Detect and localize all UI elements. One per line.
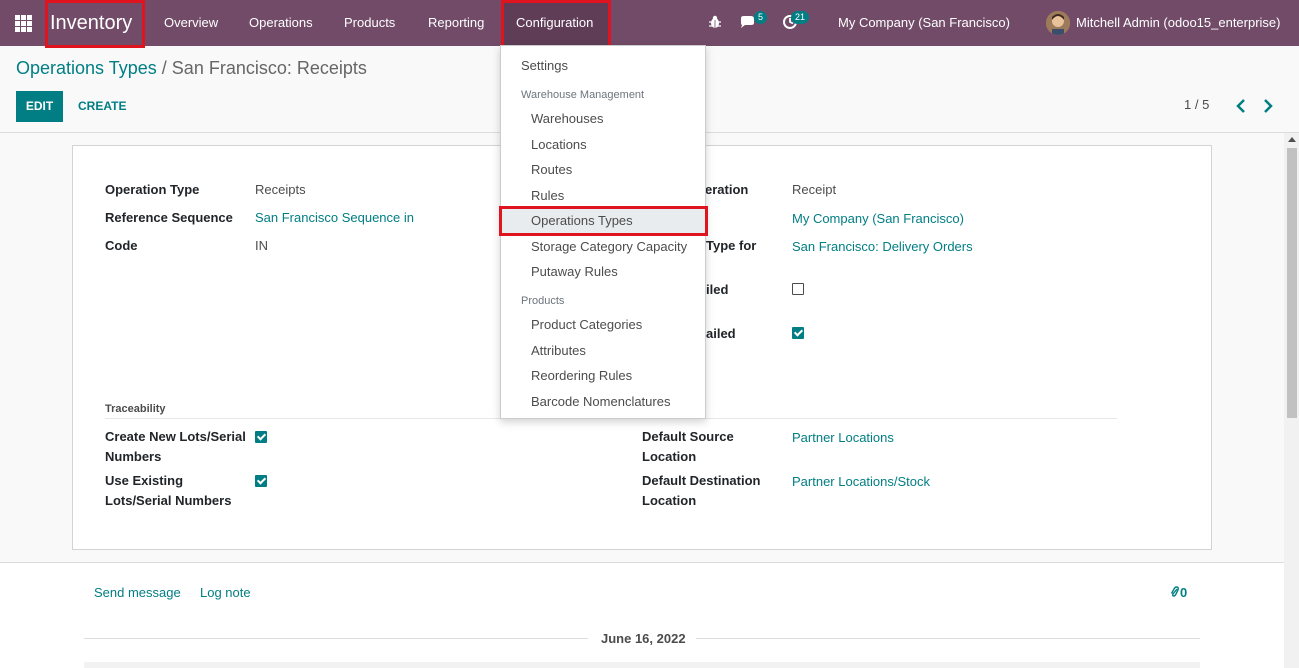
menu-products[interactable]: Products: [344, 0, 395, 46]
dropdown-item-attributes[interactable]: Attributes: [501, 338, 705, 363]
code-value: IN: [255, 238, 268, 253]
menu-overview[interactable]: Overview: [164, 0, 218, 46]
menu-reporting[interactable]: Reporting: [428, 0, 484, 46]
dropdown-item-product-categories[interactable]: Product Categories: [501, 312, 705, 337]
dropdown-item-locations[interactable]: Locations: [501, 132, 705, 157]
return-type-label: Type for: [706, 238, 757, 253]
breadcrumb: Operations Types / San Francisco: Receip…: [16, 58, 367, 79]
menu-operations[interactable]: Operations: [249, 0, 313, 46]
operation-type-value: Receipts: [255, 182, 306, 197]
activities-count-badge: 21: [791, 11, 810, 24]
attachments-button[interactable]: 0: [1170, 584, 1187, 602]
dropdown-item-barcode-nomenclatures[interactable]: Barcode Nomenclatures: [501, 389, 705, 414]
pager-value[interactable]: 1 / 5: [1184, 97, 1209, 112]
pager-next-icon[interactable]: [1261, 98, 1275, 114]
user-avatar[interactable]: [1046, 11, 1070, 35]
scroll-up-arrow-icon[interactable]: [1288, 137, 1296, 142]
attachments-count: 0: [1180, 585, 1188, 600]
show-detailed-label: iled: [706, 282, 729, 297]
apps-menu-icon[interactable]: [15, 15, 32, 32]
use-existing-lots-label-line2: Lots/Serial Numbers: [105, 493, 232, 508]
create-lots-checkbox[interactable]: [255, 431, 267, 443]
traceability-section-title: Traceability: [105, 403, 166, 415]
pre-fill-detailed-checkbox[interactable]: [792, 327, 804, 339]
send-message-button[interactable]: Send message: [94, 584, 181, 602]
dropdown-header-warehouse-management: Warehouse Management: [521, 89, 645, 101]
reference-sequence-link[interactable]: San Francisco Sequence in: [255, 208, 414, 228]
create-button[interactable]: CREATE: [78, 91, 126, 122]
operation-type-label: Operation Type: [105, 182, 200, 197]
default-destination-link[interactable]: Partner Locations/Stock: [792, 472, 930, 492]
create-lots-label-line1: Create New Lots/Serial: [105, 429, 246, 444]
type-of-operation-label: eration: [705, 182, 749, 197]
return-type-link[interactable]: San Francisco: Delivery Orders: [792, 237, 973, 257]
pager-previous-icon[interactable]: [1234, 98, 1248, 114]
default-source-label-line2: Location: [642, 449, 697, 464]
dropdown-header-products: Products: [521, 295, 565, 307]
top-navbar: Inventory Overview Operations Products R…: [0, 0, 1299, 46]
dropdown-item-routes[interactable]: Routes: [501, 157, 705, 182]
dropdown-item-putaway-rules[interactable]: Putaway Rules: [501, 259, 705, 284]
default-destination-label-line1: Default Destination: [642, 473, 761, 488]
dropdown-item-warehouses[interactable]: Warehouses: [501, 106, 705, 131]
breadcrumb-current: San Francisco: Receipts: [171, 58, 367, 78]
dropdown-item-rules[interactable]: Rules: [501, 183, 705, 208]
user-menu[interactable]: Mitchell Admin (odoo15_enterprise): [1076, 0, 1281, 46]
pre-fill-detailed-label: ailed: [706, 326, 736, 341]
company-switcher[interactable]: My Company (San Francisco): [838, 0, 1010, 46]
show-detailed-checkbox[interactable]: [792, 283, 804, 295]
use-existing-lots-checkbox[interactable]: [255, 475, 267, 487]
type-of-operation-value: Receipt: [792, 182, 837, 197]
paperclip-icon: [1170, 586, 1179, 597]
message-date: June 16, 2022: [601, 631, 686, 646]
message-item: [84, 662, 1200, 668]
default-source-label-line1: Default Source: [642, 429, 734, 444]
use-existing-lots-label-line1: Use Existing: [105, 473, 184, 488]
highlight-brand-box: [45, 0, 145, 48]
highlight-configuration-box: [501, 0, 611, 48]
reference-sequence-label: Reference Sequence: [105, 210, 233, 225]
dropdown-item-settings[interactable]: Settings: [501, 53, 705, 78]
chatter: [0, 563, 1284, 668]
edit-button[interactable]: EDIT: [16, 91, 63, 122]
default-destination-label-line2: Location: [642, 493, 697, 508]
create-lots-label-line2: Numbers: [105, 449, 162, 464]
debug-bug-icon[interactable]: [709, 15, 721, 29]
highlight-operations-types-box: [499, 206, 708, 236]
log-note-button[interactable]: Log note: [200, 584, 251, 602]
default-source-link[interactable]: Partner Locations: [792, 428, 894, 448]
breadcrumb-parent-link[interactable]: Operations Types: [16, 58, 157, 78]
dropdown-item-reordering-rules[interactable]: Reordering Rules: [501, 363, 705, 388]
messages-count-badge: 5: [754, 11, 768, 24]
code-label: Code: [105, 238, 138, 253]
scrollbar-thumb[interactable]: [1287, 148, 1297, 418]
breadcrumb-separator: /: [161, 58, 167, 78]
company-link[interactable]: My Company (San Francisco): [792, 209, 964, 229]
dropdown-item-storage-category-capacity[interactable]: Storage Category Capacity: [501, 234, 705, 259]
date-separator-right: [696, 638, 1200, 639]
date-separator-left: [84, 638, 588, 639]
